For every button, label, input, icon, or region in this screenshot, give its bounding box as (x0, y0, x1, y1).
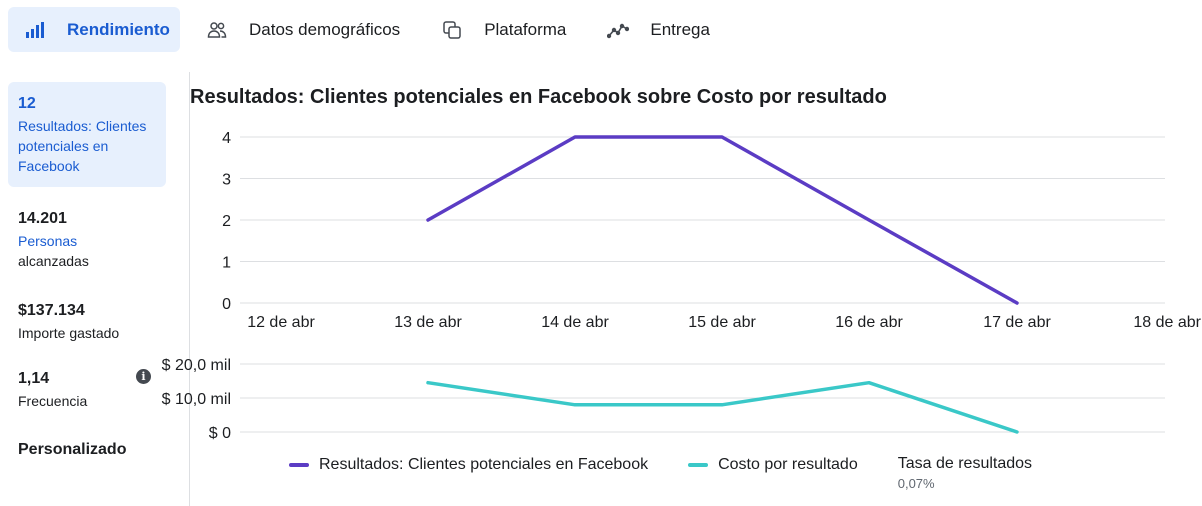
top-chart-gridlines (240, 136, 1165, 304)
chart-legend: Resultados: Clientes potenciales en Face… (289, 455, 1032, 491)
top-y-axis: 0 1 2 3 4 (222, 130, 231, 313)
legend-label: Tasa de resultados (897, 455, 1033, 472)
legend-rate-value: 0,07% (897, 476, 935, 491)
bottom-series (426, 380, 1019, 434)
bottom-chart-gridlines (240, 363, 1165, 433)
legend-swatch (289, 463, 309, 467)
legend-item-cost[interactable]: Costo por resultado (688, 455, 858, 475)
legend-item-rate: Tasa de resultados 0,07% (898, 455, 1032, 491)
data-point (573, 403, 577, 407)
y-tick-label: 1 (222, 255, 231, 272)
x-axis: 12 de abr 13 de abr 14 de abr 15 de abr 16 d… (247, 314, 1201, 331)
y-tick-label: $ 20,0 mil (162, 357, 231, 374)
legend-label: Resultados: Clientes potenciales en Face… (319, 456, 649, 473)
data-point (1015, 301, 1019, 305)
y-tick-label: 2 (222, 213, 231, 230)
bottom-y-axis: $ 0 $ 10,0 mil $ 20,0 mil (162, 357, 231, 442)
legend-swatch (688, 463, 709, 467)
x-tick-label: 17 de abr (983, 314, 1051, 331)
x-tick-label: 14 de abr (541, 314, 609, 331)
y-tick-label: $ 0 (209, 425, 231, 442)
data-point (426, 381, 430, 385)
x-tick-label: 16 de abr (835, 314, 903, 331)
data-point (1015, 430, 1019, 434)
legend-item-results[interactable]: Resultados: Clientes potenciales en Face… (289, 455, 648, 475)
y-tick-label: 3 (222, 172, 231, 189)
data-point (573, 135, 577, 139)
legend-label: Costo por resultado (718, 456, 858, 473)
performance-chart: 01234 $ 0$ 10,0 mil$ 20,0 mil 12 de abr 1… (162, 130, 1202, 442)
x-tick-label: 12 de abr (247, 314, 315, 331)
x-tick-label: 15 de abr (688, 314, 756, 331)
y-tick-label: $ 10,0 mil (162, 391, 231, 408)
x-tick-label: 18 de abr (1133, 314, 1201, 331)
data-point (720, 135, 724, 139)
y-tick-label: 0 (222, 296, 231, 313)
y-tick-label: 4 (222, 130, 231, 147)
data-point (867, 381, 871, 385)
data-point (720, 403, 724, 407)
data-point (867, 218, 871, 222)
x-tick-label: 13 de abr (394, 314, 462, 331)
data-point (426, 218, 430, 222)
cost-series-line (426, 380, 1019, 434)
